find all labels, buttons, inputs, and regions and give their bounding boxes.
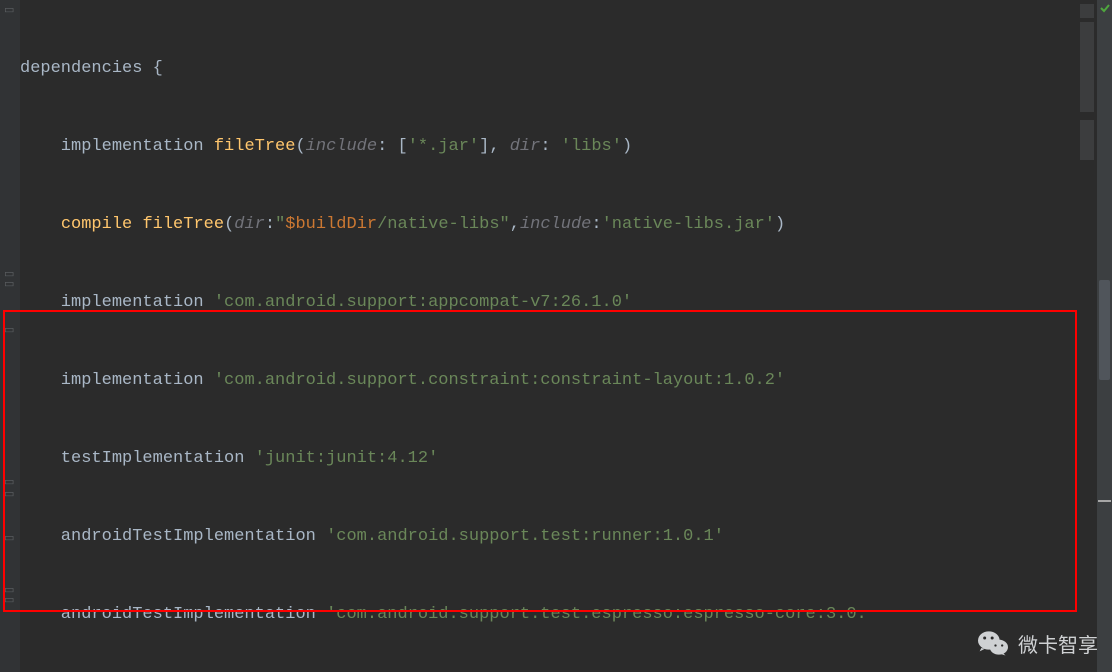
code-line: implementation 'com.android.support.cons… <box>20 368 1080 394</box>
fold-mark-icon[interactable]: ▭ <box>4 596 14 607</box>
fold-mark-icon[interactable]: ▭ <box>4 280 14 291</box>
code-line: testImplementation 'junit:junit:4.12' <box>20 446 1080 472</box>
code-text[interactable]: dependencies { implementation fileTree(i… <box>20 4 1080 672</box>
wechat-icon <box>978 628 1008 658</box>
fold-mark-icon[interactable]: ▭ <box>4 478 14 489</box>
inspection-ok-icon[interactable] <box>1100 3 1110 13</box>
code-editor[interactable]: ▭ ▭ ▭ ▭ ▭ ▭ ▭ ▭ ▭ dependencies { impleme… <box>0 0 1080 672</box>
fold-gutter: ▭ ▭ ▭ ▭ ▭ ▭ ▭ ▭ ▭ <box>0 0 20 672</box>
watermark: 微卡智享 <box>978 628 1098 658</box>
vertical-scrollbar[interactable] <box>1097 0 1112 672</box>
code-line: implementation 'com.android.support:appc… <box>20 290 1080 316</box>
minimap[interactable] <box>1080 0 1096 672</box>
fold-mark-icon[interactable]: ▭ <box>4 490 14 501</box>
code-line: androidTestImplementation 'com.android.s… <box>20 602 1080 628</box>
code-line: androidTestImplementation 'com.android.s… <box>20 524 1080 550</box>
code-line: dependencies { <box>20 56 1080 82</box>
scrollbar-thumb[interactable] <box>1099 280 1110 380</box>
code-line: compile fileTree(dir:"$buildDir/native-l… <box>20 212 1080 238</box>
fold-mark-icon[interactable]: ▭ <box>4 534 14 545</box>
fold-mark-icon[interactable]: ▭ <box>4 326 14 337</box>
fold-mark-icon[interactable]: ▭ <box>4 6 14 17</box>
scrollbar-caret-mark <box>1098 500 1111 502</box>
watermark-text: 微卡智享 <box>1018 629 1098 658</box>
code-line: implementation fileTree(include: ['*.jar… <box>20 134 1080 160</box>
